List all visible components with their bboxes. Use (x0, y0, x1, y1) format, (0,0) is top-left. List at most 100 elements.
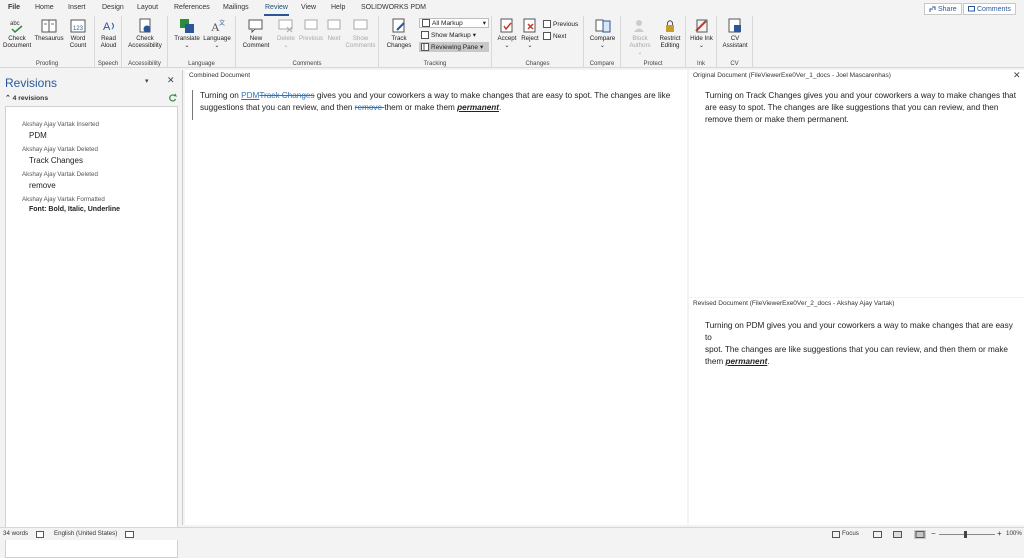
thesaurus-icon (41, 19, 57, 33)
translate-icon (180, 19, 194, 33)
next-change-button[interactable]: Next (543, 31, 566, 41)
group-speech: A Read Aloud Speech (95, 16, 122, 68)
revision-item[interactable]: Akshay Ajay Vartak Formatted Font: Bold,… (22, 196, 120, 213)
focus-button[interactable]: Focus (842, 530, 859, 537)
tab-insert[interactable]: Insert (68, 4, 86, 11)
original-document-text[interactable]: Turning on Track Changes gives you and y… (705, 90, 1020, 126)
restrict-editing-button[interactable]: Restrict Editing (655, 18, 685, 49)
group-changes: Accept ⌄ Reject ⌄ Previous Next Changes (492, 16, 584, 68)
zoom-level[interactable]: 100% (1006, 530, 1022, 537)
revision-count-row[interactable]: ⌃ 4 revisions (5, 94, 48, 102)
hide-ink-button[interactable]: Hide Ink ⌄ (689, 18, 714, 49)
show-markup-button[interactable]: Show Markup ▾ (419, 30, 489, 40)
tab-mailings[interactable]: Mailings (223, 4, 249, 11)
tab-references[interactable]: References (174, 4, 210, 11)
web-layout-icon[interactable] (914, 530, 926, 539)
accessibility-icon (139, 18, 151, 33)
collapse-icon[interactable]: ⌃ (5, 95, 11, 102)
pane-options-icon[interactable]: ▾ (145, 77, 149, 85)
new-comment-button[interactable]: New Comment (239, 18, 273, 49)
spelling-check-icon: abc (10, 21, 23, 34)
inserted-text[interactable]: PDM (241, 91, 259, 100)
group-tracking: Track Changes All Markup ▾ Show Markup ▾ … (379, 16, 492, 68)
revised-document-title: Revised Document (FileViewerExe0Ver_2_do… (693, 300, 895, 307)
close-pane-icon[interactable]: ✕ (167, 75, 175, 86)
check-accessibility-button[interactable]: Check Accessibility (126, 18, 164, 49)
reviewing-pane-button[interactable]: Reviewing Pane ▾ (419, 42, 489, 52)
word-count-button[interactable]: 123 Word Count (66, 18, 90, 49)
accept-button[interactable]: Accept ⌄ (495, 18, 519, 49)
zoom-slider[interactable] (939, 534, 995, 535)
revised-document: Revised Document (FileViewerExe0Ver_2_do… (689, 298, 1024, 525)
tab-layout[interactable]: Layout (137, 4, 158, 11)
delete-comment-button[interactable]: Delete ⌄ (274, 18, 298, 49)
formatted-text[interactable]: permanent (457, 103, 499, 112)
deleted-text[interactable]: Track Changes (259, 91, 314, 100)
refresh-icon[interactable] (168, 93, 177, 102)
chevron-down-icon: ⌄ (283, 42, 289, 49)
check-document-button[interactable]: abc Check Document (3, 18, 31, 49)
group-label-speech: Speech (97, 61, 119, 67)
revisions-title: Revisions (5, 76, 58, 90)
zoom-in-icon[interactable]: + (997, 529, 1002, 538)
word-count-status[interactable]: 34 words (3, 530, 28, 537)
status-bar: 34 words English (United States) Focus −… (0, 527, 1024, 540)
show-comments-button[interactable]: Show Comments (344, 18, 377, 49)
block-authors-button[interactable]: Block Authors ⌄ (625, 18, 655, 56)
tab-file[interactable]: File (8, 4, 20, 11)
previous-change-button[interactable]: Previous (543, 19, 578, 29)
deleted-text[interactable]: remove (355, 103, 385, 112)
ribbon: abc Check Document Thesaurus 123 Word Co… (0, 16, 1024, 68)
read-mode-icon[interactable] (873, 531, 882, 538)
cv-assistant-button[interactable]: CV Assistant (720, 18, 750, 49)
group-label-proofing: Proofing (35, 61, 59, 67)
tab-help[interactable]: Help (331, 4, 345, 11)
share-label: Share (938, 5, 957, 13)
revision-text: remove (29, 181, 56, 190)
revision-item[interactable]: Akshay Ajay Vartak Deleted remove (22, 171, 98, 190)
tab-solidworks-pdm[interactable]: SOLIDWORKS PDM (361, 4, 426, 11)
group-ink: Hide Ink ⌄ Ink (686, 16, 717, 68)
zoom-out-icon[interactable]: − (931, 529, 936, 538)
language-status[interactable]: English (United States) (54, 530, 117, 537)
previous-change-icon (543, 20, 551, 28)
read-aloud-button[interactable]: A Read Aloud (97, 18, 120, 49)
combined-document: Combined Document Turning on PDMTrack Ch… (185, 70, 687, 525)
group-label-tracking: Tracking (423, 61, 447, 67)
revision-item[interactable]: Akshay Ajay Vartak Inserted PDM (22, 121, 99, 140)
cv-assistant-icon (728, 18, 741, 33)
compare-button[interactable]: Compare ⌄ (587, 18, 618, 49)
original-document-title: Original Document (FileViewerExe0Ver_1_d… (693, 72, 891, 79)
tab-review[interactable]: Review (264, 4, 289, 16)
language-button[interactable]: A文 Language ⌄ (202, 18, 232, 49)
revised-document-text[interactable]: Turning on PDM gives you and your cowork… (705, 320, 1020, 368)
revision-text: Track Changes (29, 156, 83, 165)
group-proofing: abc Check Document Thesaurus 123 Word Co… (0, 16, 95, 68)
previous-comment-icon (304, 19, 318, 30)
tab-view[interactable]: View (301, 4, 316, 11)
display-for-review-dropdown[interactable]: All Markup ▾ (419, 18, 489, 28)
language-icon: A文 (211, 19, 225, 34)
tab-design[interactable]: Design (102, 4, 124, 11)
previous-comment-button[interactable]: Previous (298, 18, 324, 42)
revision-list: Akshay Ajay Vartak Inserted PDM Akshay A… (5, 106, 178, 558)
translate-button[interactable]: Translate ⌄ (172, 18, 202, 49)
thesaurus-button[interactable]: Thesaurus (33, 18, 65, 42)
share-button[interactable]: Share (924, 3, 962, 15)
revision-item[interactable]: Akshay Ajay Vartak Deleted Track Changes (22, 146, 98, 165)
tab-home[interactable]: Home (35, 4, 54, 11)
next-comment-icon (327, 19, 341, 30)
next-comment-button[interactable]: Next (324, 18, 344, 42)
proofing-status-icon[interactable] (36, 531, 44, 538)
print-layout-icon[interactable] (893, 531, 902, 538)
accessibility-status-icon[interactable] (125, 531, 134, 538)
group-label-ink: Ink (696, 61, 705, 67)
zoom-slider-handle[interactable] (964, 531, 967, 538)
comments-button[interactable]: Comments (963, 3, 1016, 15)
combined-document-text[interactable]: Turning on PDMTrack Changes gives you an… (200, 90, 680, 114)
group-protect: Block Authors ⌄ Restrict Editing Protect (621, 16, 686, 68)
chevron-down-icon: ⌄ (214, 42, 220, 49)
close-original-icon[interactable]: ✕ (1013, 70, 1021, 81)
track-changes-button[interactable]: Track Changes (383, 18, 415, 49)
reject-button[interactable]: Reject ⌄ (519, 18, 541, 49)
